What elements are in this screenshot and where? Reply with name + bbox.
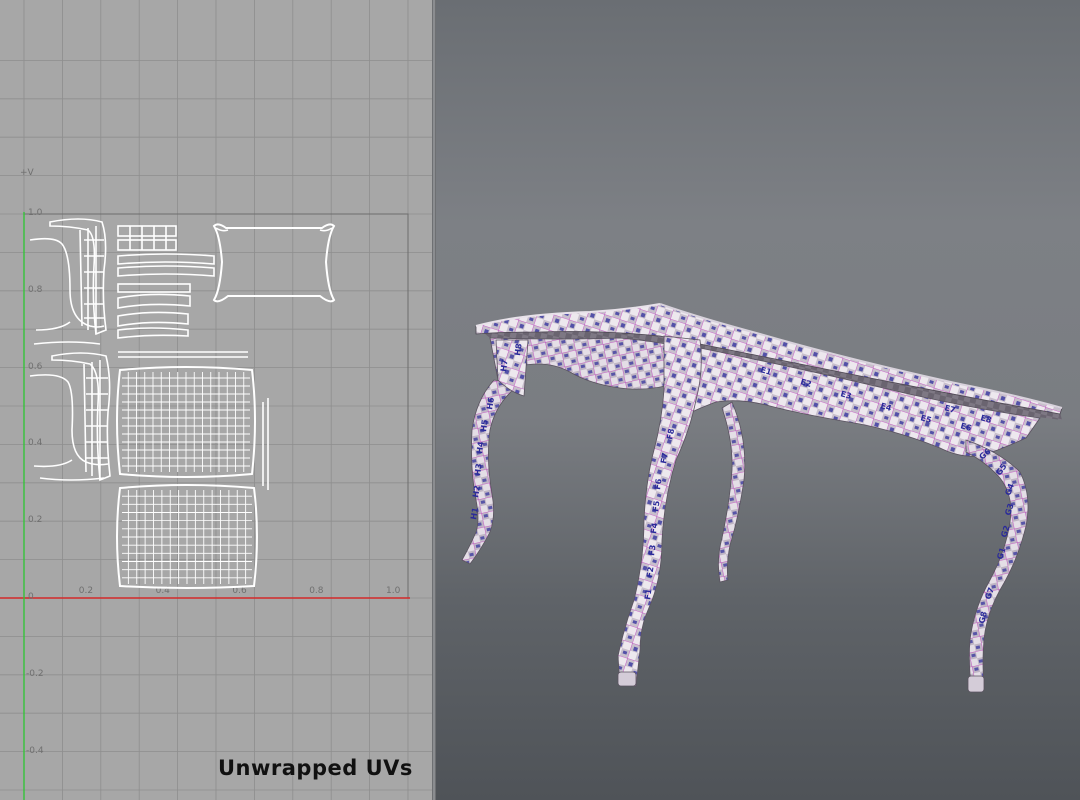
3d-viewport[interactable]: F1 F2 F3 F4 F5 F6 F7 F8 G1 G2 G3 G4 G5 G6 G7 G8 H1 H2 H3 H4… <box>436 0 1080 800</box>
checker-label: H5 <box>479 418 490 432</box>
foot-cap-right <box>967 675 985 693</box>
foot-cap-center <box>617 671 637 687</box>
checker-label: F5 <box>651 500 662 513</box>
checker-label: F6 <box>653 478 664 491</box>
uv-shell-leg-left-bottom[interactable] <box>29 352 111 482</box>
checker-label: H8 <box>513 342 524 356</box>
uv-shell-leg-left-top[interactable] <box>29 218 107 345</box>
checker-label: H7 <box>499 359 510 372</box>
table-model[interactable]: F1F2F3F4F5F6F7F8G1G2G3G4G5G6G7G8H1H2H3H4… <box>436 0 1080 800</box>
checker-label: F7 <box>659 452 670 464</box>
uv-shell-side-strips[interactable] <box>262 398 269 490</box>
checker-label: H3 <box>473 463 484 476</box>
checker-label: F1 <box>643 588 654 601</box>
checker-label: F3 <box>647 544 657 556</box>
uv-shell-tabletop-top[interactable] <box>116 366 256 478</box>
uv-shell-tabletop-edge[interactable] <box>212 223 336 303</box>
uv-shell-apron-strips[interactable] <box>117 225 248 358</box>
checker-label: F2 <box>645 566 655 578</box>
uv-caption: Unwrapped UVs <box>218 756 413 780</box>
table-leg-back-right[interactable] <box>718 401 746 583</box>
checker-label: H4 <box>475 440 486 454</box>
checker-label: F4 <box>649 522 660 535</box>
uv-editor-panel[interactable]: +V 1.0 0.8 0.6 0.4 0.2 0 -0.2 -0.4 0.2 0.4 0.6 0.8… <box>0 0 432 800</box>
uv-shells[interactable] <box>0 0 432 800</box>
table-leg-front-right[interactable] <box>965 439 1029 693</box>
uv-shell-tabletop-bottom[interactable] <box>116 484 258 589</box>
